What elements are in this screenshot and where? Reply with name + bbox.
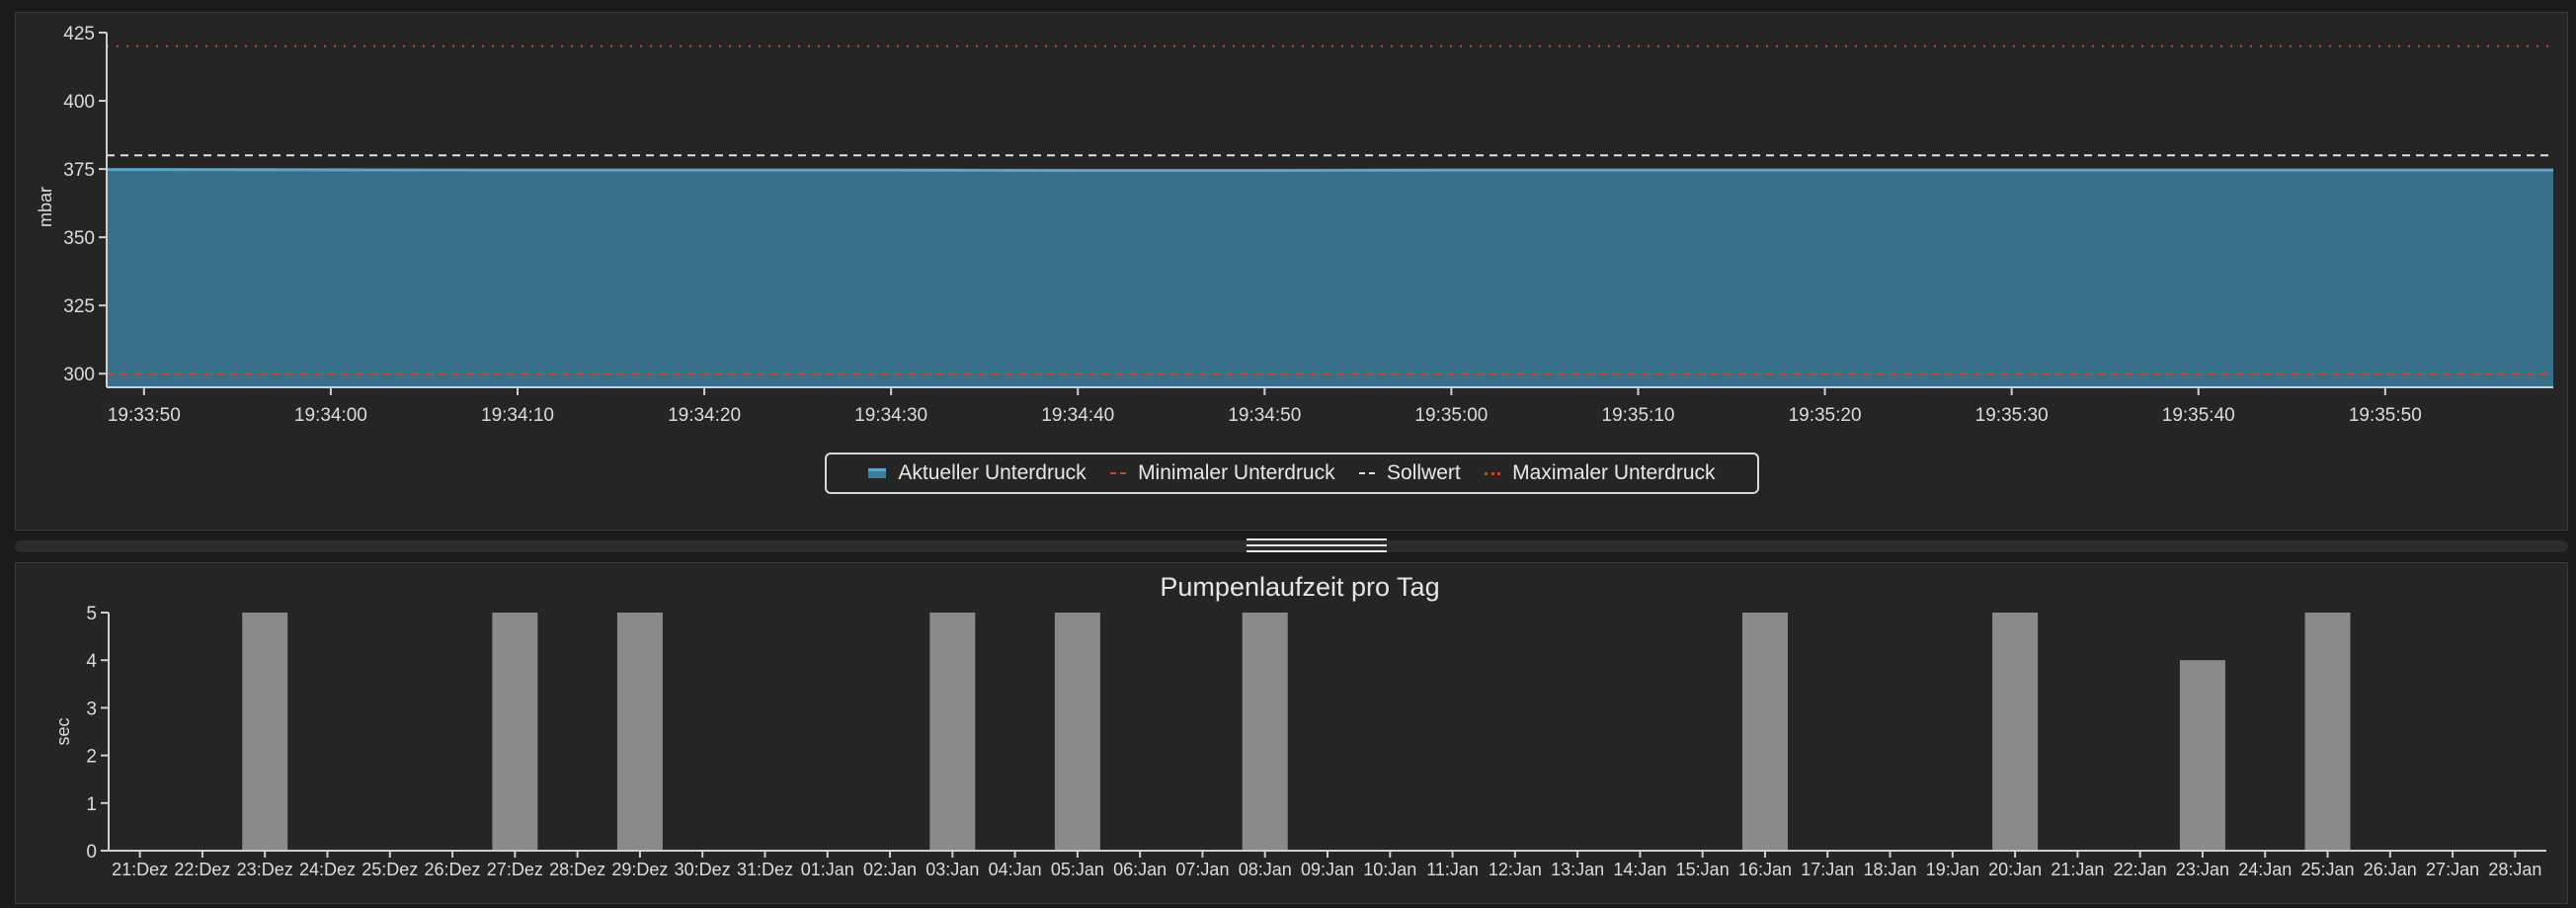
x-tick-label: 02:Jan	[863, 860, 917, 879]
x-tick-label: 06:Jan	[1113, 860, 1167, 879]
x-tick-label: 26:Jan	[2364, 860, 2417, 879]
x-tick-label: 01:Jan	[801, 860, 854, 879]
x-tick-label: 29:Dez	[611, 860, 668, 879]
chart-title: Pumpenlaufzeit pro Tag	[1160, 572, 1439, 602]
x-tick-label: 09:Jan	[1301, 860, 1354, 879]
x-tick-label: 21:Dez	[112, 860, 168, 879]
x-tick-label: 25:Dez	[362, 860, 418, 879]
bar	[2304, 613, 2351, 851]
y-axis-label: sec	[53, 717, 73, 745]
bar	[2179, 660, 2225, 851]
x-tick-label: 19:Jan	[1926, 860, 1979, 879]
y-tick-label: 1	[86, 794, 97, 815]
x-tick-label: 07:Jan	[1175, 860, 1229, 879]
x-tick-label: 14:Jan	[1613, 860, 1666, 879]
x-tick-label: 03:Jan	[926, 860, 979, 879]
x-tick-label: 21:Jan	[2051, 860, 2104, 879]
y-tick-label: 0	[86, 842, 97, 863]
bar	[1054, 613, 1100, 851]
x-tick-label: 04:Jan	[989, 860, 1042, 879]
x-tick-label: 08:Jan	[1239, 860, 1292, 879]
x-tick-label: 22:Jan	[2114, 860, 2167, 879]
x-tick-label: 23:Dez	[237, 860, 293, 879]
x-tick-label: 20:Jan	[1988, 860, 2042, 879]
x-tick-label: 25:Jan	[2300, 860, 2354, 879]
x-tick-label: 24:Dez	[299, 860, 356, 879]
x-tick-label: 23:Jan	[2176, 860, 2229, 879]
x-tick-label: 13:Jan	[1551, 860, 1604, 879]
bar	[1741, 613, 1788, 851]
bar	[1992, 613, 2039, 851]
bar	[1242, 613, 1288, 851]
bar	[242, 613, 288, 851]
x-tick-label: 05:Jan	[1051, 860, 1104, 879]
x-tick-label: 11:Jan	[1426, 860, 1479, 879]
x-tick-label: 30:Dez	[675, 860, 731, 879]
x-tick-label: 28:Jan	[2488, 860, 2541, 879]
x-tick-label: 22:Dez	[174, 860, 230, 879]
y-tick-label: 5	[86, 604, 97, 624]
x-tick-label: 28:Dez	[549, 860, 605, 879]
x-tick-label: 10:Jan	[1363, 860, 1416, 879]
x-tick-label: 26:Dez	[425, 860, 481, 879]
x-tick-label: 31:Dez	[737, 860, 793, 879]
bar	[492, 613, 538, 851]
bar	[929, 613, 976, 851]
x-tick-label: 16:Jan	[1738, 860, 1792, 879]
bar	[616, 613, 663, 851]
x-tick-label: 18:Jan	[1864, 860, 1917, 879]
x-tick-label: 24:Jan	[2238, 860, 2292, 879]
pump-runtime-bar-chart: Pumpenlaufzeit pro Tag 0 1 2 3 4 5 21:Dez 22:Dez…	[53, 572, 2546, 879]
x-tick-label: 15:Jan	[1676, 860, 1730, 879]
y-tick-label: 4	[86, 651, 97, 672]
x-tick-label: 12:Jan	[1489, 860, 1542, 879]
x-tick-label: 27:Dez	[487, 860, 543, 879]
y-tick-label: 2	[86, 747, 97, 768]
x-tick-label: 17:Jan	[1801, 860, 1854, 879]
y-tick-label: 3	[86, 699, 97, 719]
x-tick-label: 27:Jan	[2426, 860, 2479, 879]
